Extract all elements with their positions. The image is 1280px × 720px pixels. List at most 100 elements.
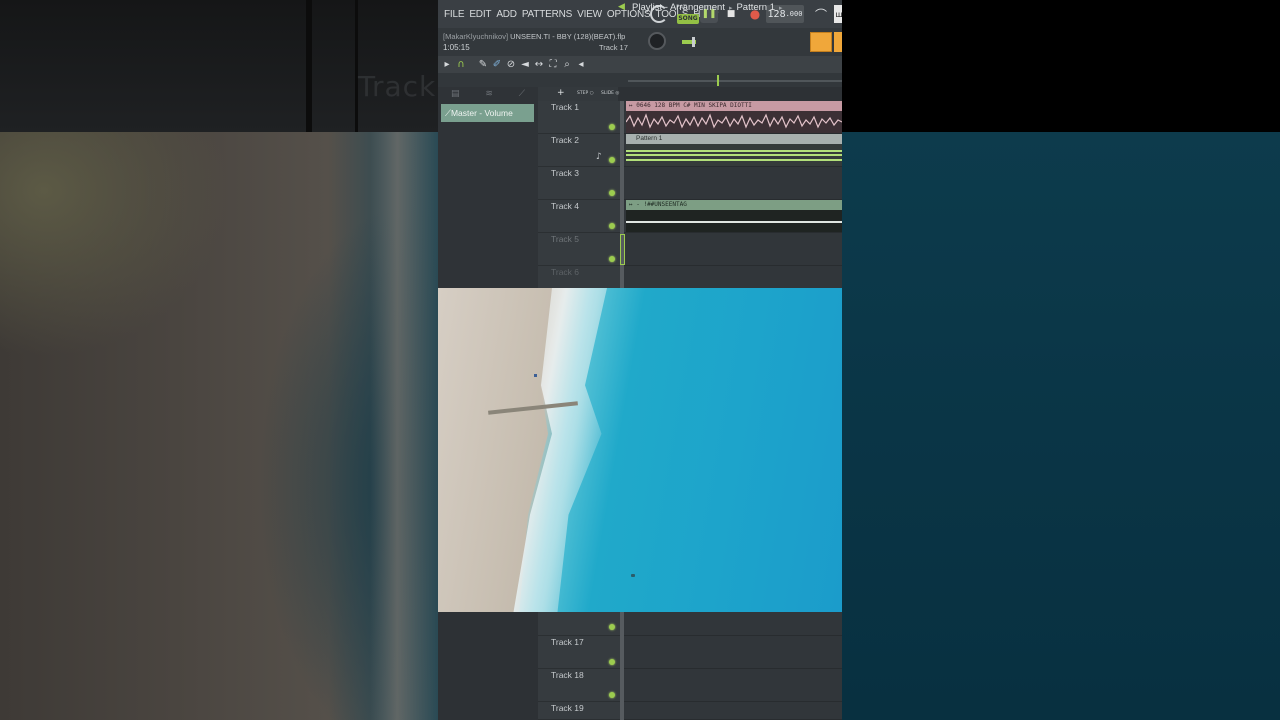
track-row[interactable]: Track 19 — [538, 702, 842, 720]
track-mute-led[interactable] — [609, 223, 615, 229]
magnet-icon[interactable]: ∩ — [456, 59, 466, 70]
background-right-top — [842, 0, 1280, 132]
step-toggle[interactable]: STEP ○ — [577, 91, 594, 96]
playlist-title-text: Playlist - Arrangement — [632, 2, 725, 13]
track-mute-led[interactable] — [609, 190, 615, 196]
audio-waveform — [626, 113, 842, 129]
track-row[interactable]: Track 2 ♪ Pattern 1 — [538, 134, 842, 167]
track-name[interactable]: Track 6 — [551, 267, 579, 277]
tag-clip-waveform — [626, 221, 842, 223]
project-name: UNSEEN.TI - BBY (128)(BEAT).flp — [510, 32, 626, 41]
background-ocean-right — [842, 132, 1280, 720]
track-lane[interactable] — [624, 167, 842, 200]
pattern-picker-button[interactable] — [810, 32, 832, 52]
track-mute-led[interactable] — [609, 124, 615, 130]
song-position: 1:05:15 — [443, 43, 470, 52]
track-mute-led[interactable] — [609, 692, 615, 698]
select-icon[interactable]: ⛶ — [548, 59, 558, 70]
audio-clip-title: ↦ 0646 128 BPM C# MIN SKIPA DIOTTI — [626, 101, 842, 111]
automation-icon[interactable]: ⟋ — [519, 89, 525, 99]
pencil-icon[interactable]: ✎ — [478, 59, 488, 70]
daw-window: FILE EDIT ADD PATTERNS VIEW OPTIONS TOOL… — [438, 0, 842, 720]
track-lane[interactable] — [624, 612, 842, 636]
panel-edge-icon[interactable]: ш — [834, 5, 842, 23]
master-volume-knob[interactable] — [648, 32, 666, 50]
track-lane[interactable] — [624, 702, 842, 720]
background-ghost-bar — [0, 0, 438, 132]
track-row[interactable] — [538, 612, 842, 636]
brush-icon[interactable]: ✐ — [492, 59, 502, 70]
audio-icon[interactable]: ≋ — [485, 89, 493, 99]
menu-edit[interactable]: EDIT — [469, 9, 491, 20]
timeline-scrollbar[interactable] — [628, 80, 842, 82]
mode-song-button[interactable]: SONG — [677, 14, 699, 24]
track-row[interactable]: Track 3 — [538, 167, 842, 200]
track-lane[interactable] — [624, 233, 842, 266]
piano-roll-icon[interactable]: ▤ — [451, 89, 460, 99]
tag-clip-label: - !##UNSEENTAG — [636, 201, 687, 208]
track-name[interactable]: Track 18 — [551, 670, 584, 680]
track-name[interactable]: Track 1 — [551, 102, 579, 112]
track-row[interactable]: Track 18 — [538, 669, 842, 702]
play-arrow-icon[interactable]: ▸ — [442, 59, 452, 70]
project-user: [MakarKlyuchnikov] — [443, 32, 509, 41]
track-lane[interactable] — [624, 669, 842, 702]
track-name[interactable]: Track 19 — [551, 703, 584, 713]
slip-icon[interactable]: ↔ — [534, 59, 544, 70]
pitch-slider-handle[interactable] — [692, 37, 695, 47]
video-umbrella — [534, 374, 537, 377]
track-mute-led[interactable] — [609, 659, 615, 665]
breadcrumb-arrow-icon[interactable]: ▸ — [779, 5, 783, 12]
automation-clip-item[interactable]: ⟋Master - Volume — [441, 104, 534, 122]
track-name[interactable]: Track 4 — [551, 201, 579, 211]
pattern-clip-title: Pattern 1 — [626, 134, 842, 144]
hint-track: Track 17 — [599, 43, 628, 52]
menu-view[interactable]: VIEW — [577, 9, 602, 20]
playlist-title: Playlist - Arrangement ▸ Pattern 1 ▸ — [632, 2, 787, 13]
selection-box[interactable] — [620, 234, 625, 265]
pattern-clip[interactable]: Pattern 1 — [626, 134, 842, 166]
track-mute-led[interactable] — [609, 624, 615, 630]
tag-audio-clip[interactable]: ↦ - !##UNSEENTAG — [626, 200, 842, 232]
track-name[interactable]: Track 3 — [551, 168, 579, 178]
slide-label: SLIDE — [601, 91, 614, 96]
pattern-note-line — [626, 159, 842, 161]
waveform-icon[interactable]: ⌒ — [810, 5, 832, 23]
track-mute-led[interactable] — [609, 256, 615, 262]
note-icon: ♪ — [596, 152, 602, 162]
tag-clip-title: ↦ - !##UNSEENTAG — [626, 200, 842, 210]
track-row[interactable]: Track 4 ↦ - !##UNSEENTAG — [538, 200, 842, 233]
track-row[interactable]: Track 1 ↦ 0646 128 BPM C# MIN SKIPA DIOT… — [538, 101, 842, 134]
track-name[interactable]: Track 17 — [551, 637, 584, 647]
track-header[interactable] — [538, 612, 620, 636]
plugin-button[interactable] — [834, 32, 842, 52]
track-row[interactable]: Track 5 — [538, 233, 842, 266]
track-name[interactable]: Track 2 — [551, 135, 579, 145]
background-ghost-divider — [355, 0, 358, 132]
delete-icon[interactable]: ⊘ — [506, 59, 516, 70]
slide-toggle[interactable]: SLIDE ◎ — [601, 91, 619, 96]
pattern-note-line — [626, 154, 842, 156]
audio-clip[interactable]: ↦ 0646 128 BPM C# MIN SKIPA DIOTTI — [626, 101, 842, 133]
current-pattern[interactable]: Pattern 1 — [736, 2, 775, 13]
clip-source-header: ▤ ≋ ⟋ — [438, 87, 538, 101]
menu-patterns[interactable]: PATTERNS — [522, 9, 572, 20]
speaker-icon[interactable]: ◀ — [618, 2, 625, 12]
track-mute-led[interactable] — [609, 157, 615, 163]
add-track-icon[interactable]: + — [557, 88, 565, 98]
background-foam — [370, 132, 438, 720]
overlay-video-beach — [438, 288, 842, 612]
screen: Track 6 FILE EDIT ADD PATTERNS VIEW OPTI… — [0, 0, 1280, 720]
zoom-icon[interactable]: ⌕ — [562, 59, 572, 70]
menu-add[interactable]: ADD — [496, 9, 517, 20]
track-row[interactable]: Track 17 — [538, 636, 842, 669]
pattern-note-line — [626, 150, 842, 152]
background-ghost-divider — [306, 0, 312, 132]
playback-icon[interactable]: ◂ — [576, 59, 586, 70]
mute-icon[interactable]: ◄ — [520, 59, 530, 70]
step-label: STEP — [577, 91, 589, 96]
menu-file[interactable]: FILE — [444, 9, 465, 20]
playhead-marker[interactable] — [717, 75, 719, 86]
track-lane[interactable] — [624, 636, 842, 669]
track-name[interactable]: Track 5 — [551, 234, 579, 244]
